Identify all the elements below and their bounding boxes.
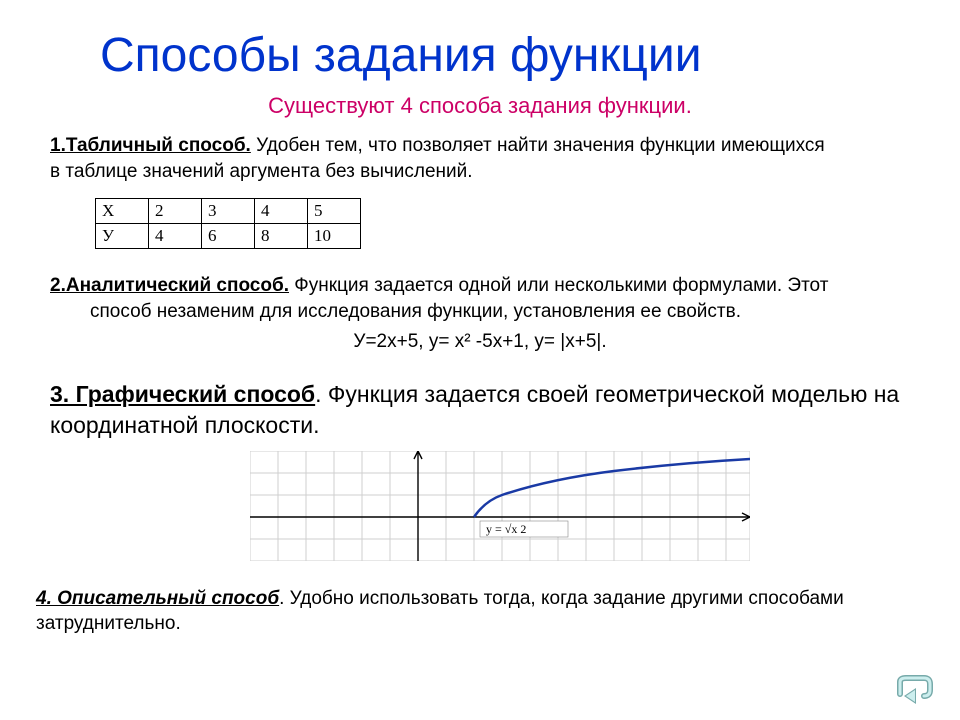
- table-cell: У: [96, 224, 149, 249]
- table-cell: X: [96, 199, 149, 224]
- slide-title: Способы задания функции: [100, 28, 930, 83]
- section4-label: 4. Описательный способ: [36, 588, 279, 609]
- section-graphical: 3. Графический способ. Функция задается …: [50, 379, 930, 441]
- section2-text-b: способ незаменим для исследования функци…: [90, 301, 741, 322]
- section-descriptive: 4. Описательный способ. Удобно использов…: [36, 586, 930, 637]
- section1-text-b: в таблице значений аргумента без вычисле…: [50, 161, 473, 182]
- formulas-line: У=2x+5, у= x² -5x+1, у= |x+5|.: [30, 331, 930, 353]
- section2-label: 2.Аналитический способ.: [50, 275, 289, 296]
- table-cell: 10: [308, 224, 361, 249]
- table-cell: 5: [308, 199, 361, 224]
- table-cell: 4: [149, 224, 202, 249]
- section-tabular: 1.Табличный способ. Удобен тем, что позв…: [50, 133, 930, 184]
- section2-text-a: Функция задается одной или несколькими ф…: [289, 275, 828, 296]
- back-button[interactable]: [890, 672, 936, 706]
- graph-formula-label: y = √x 2: [486, 522, 526, 536]
- section1-label: 1.Табличный способ.: [50, 135, 251, 156]
- table-cell: 8: [255, 224, 308, 249]
- graph-container: y = √x 2: [250, 451, 930, 566]
- sqrt-graph: y = √x 2: [250, 451, 750, 561]
- return-icon: [890, 672, 936, 706]
- table-cell: 6: [202, 224, 255, 249]
- value-table: X 2 3 4 5 У 4 6 8 10: [95, 198, 361, 249]
- table-cell: 2: [149, 199, 202, 224]
- section3-label: 3. Графический способ: [50, 381, 315, 407]
- slide-subtitle: Существуют 4 способа задания функции.: [30, 93, 930, 119]
- table-cell: 4: [255, 199, 308, 224]
- table-row: У 4 6 8 10: [96, 224, 361, 249]
- table-row: X 2 3 4 5: [96, 199, 361, 224]
- section-analytical: 2.Аналитический способ. Функция задается…: [50, 273, 930, 324]
- section1-text-a: Удобен тем, что позволяет найти значения…: [251, 135, 825, 156]
- table-cell: 3: [202, 199, 255, 224]
